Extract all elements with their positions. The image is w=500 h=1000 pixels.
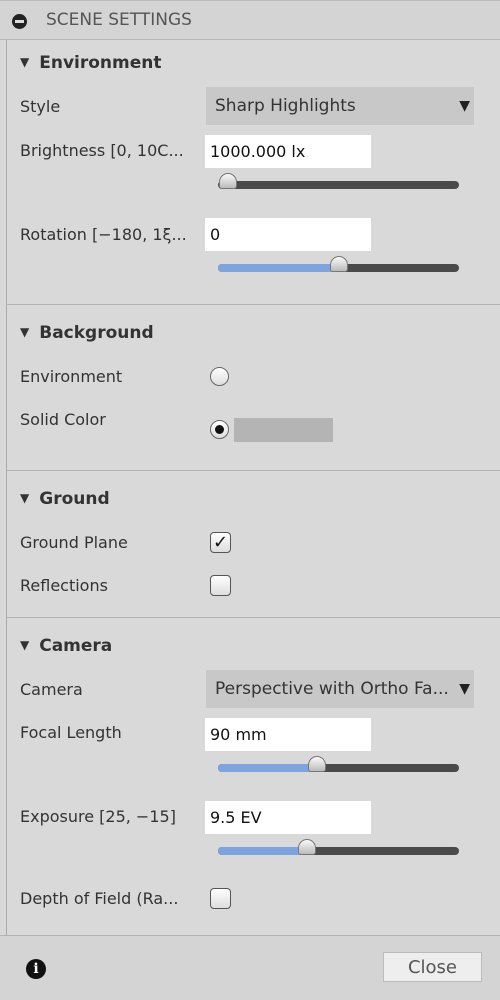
close-button[interactable]: Close [383, 952, 482, 982]
panel-title: SCENE SETTINGS [46, 10, 192, 30]
section-camera[interactable]: Camera [20, 636, 112, 656]
rotation-slider[interactable] [218, 256, 459, 272]
focal-length-input[interactable]: 90 mm [205, 718, 371, 751]
slider-fill [218, 764, 317, 772]
slider-fill [218, 847, 308, 855]
divider [6, 617, 500, 618]
info-icon[interactable]: i [26, 959, 46, 979]
slider-thumb[interactable] [218, 173, 237, 189]
style-value: Sharp Highlights [215, 96, 356, 116]
reflections-label: Reflections [20, 576, 108, 595]
ground-plane-label: Ground Plane [20, 533, 128, 552]
section-background[interactable]: Background [20, 323, 153, 343]
divider [6, 470, 500, 471]
camera-dropdown[interactable]: Perspective with Ortho Fa... ▼ [206, 670, 474, 708]
style-label: Style [20, 97, 61, 116]
section-ground[interactable]: Ground [20, 489, 109, 509]
environment-bg-radio[interactable] [210, 367, 229, 386]
collapse-panel-icon[interactable] [12, 14, 27, 29]
reflections-checkbox[interactable] [210, 575, 231, 596]
solid-color-label: Solid Color [20, 410, 106, 429]
slider-thumb[interactable] [298, 839, 317, 855]
rotation-label: Rotation [−180, 1ξ... [20, 225, 187, 244]
focal-length-slider[interactable] [218, 756, 459, 772]
solid-color-swatch[interactable] [234, 418, 333, 442]
focal-length-label: Focal Length [20, 723, 122, 742]
divider [6, 304, 500, 305]
slider-thumb[interactable] [307, 756, 326, 772]
panel-header: SCENE SETTINGS [0, 0, 500, 40]
environment-bg-label: Environment [20, 367, 123, 386]
depth-of-field-checkbox[interactable] [210, 888, 231, 909]
exposure-input[interactable]: 9.5 EV [205, 801, 371, 834]
brightness-label: Brightness [0, 10C... [20, 141, 184, 160]
slider-thumb[interactable] [329, 256, 348, 272]
solid-color-radio[interactable] [210, 420, 229, 439]
camera-value: Perspective with Ortho Fa... [215, 679, 449, 699]
rotation-input[interactable]: 0 [205, 218, 371, 251]
chevron-down-icon: ▼ [459, 98, 470, 114]
slider-fill [218, 264, 339, 272]
panel-footer: i Close [0, 935, 500, 1000]
chevron-down-icon: ▼ [459, 681, 470, 697]
brightness-slider[interactable] [218, 173, 459, 189]
ground-plane-checkbox[interactable]: ✓ [210, 532, 231, 553]
camera-label: Camera [20, 680, 83, 699]
style-dropdown[interactable]: Sharp Highlights ▼ [206, 87, 474, 125]
depth-of-field-label: Depth of Field (Ra... [20, 889, 179, 908]
brightness-input[interactable]: 1000.000 lx [205, 135, 371, 168]
exposure-slider[interactable] [218, 839, 459, 855]
section-environment[interactable]: Environment [20, 53, 161, 73]
exposure-label: Exposure [25, −15] [20, 807, 176, 826]
